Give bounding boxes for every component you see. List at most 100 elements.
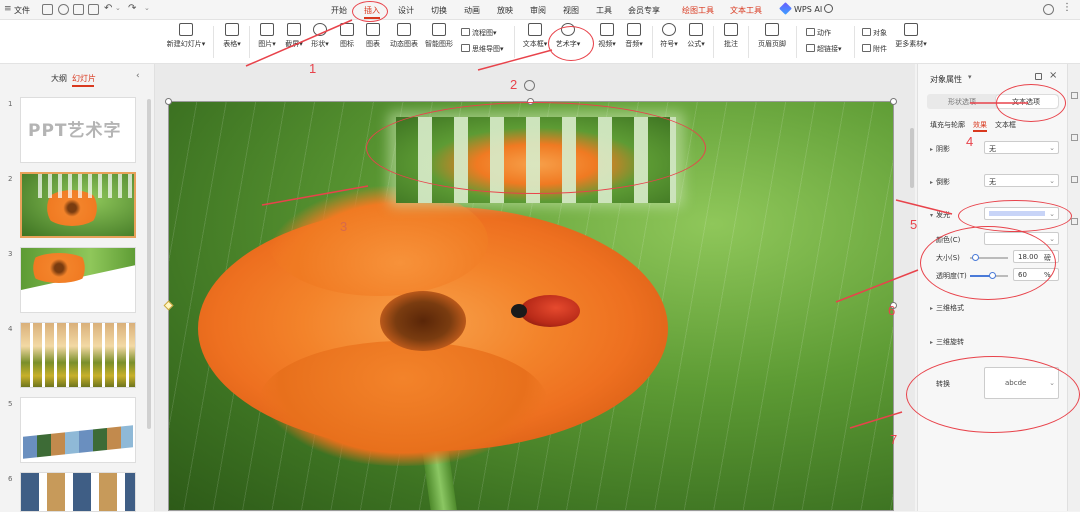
symbol-icon <box>662 23 676 36</box>
table-button[interactable]: 表格▾ <box>220 23 244 49</box>
more-chevron-icon[interactable]: ⌄ <box>144 4 150 12</box>
annotation-number: 5 <box>910 217 918 232</box>
reflection-select[interactable]: 无 ⌄ <box>984 174 1059 187</box>
menu-icon[interactable]: ≡ <box>4 4 12 14</box>
tab-text-tools[interactable]: 文本工具 <box>730 5 762 16</box>
file-menu[interactable]: 文件 <box>14 5 30 16</box>
symbol-button[interactable]: 符号▾ <box>658 23 680 49</box>
annotation-ellipse <box>548 26 594 61</box>
ribbon-separator <box>652 26 653 58</box>
ribbon-separator <box>713 26 714 58</box>
canvas-vertical-scrollbar[interactable] <box>910 128 914 188</box>
print-icon[interactable] <box>73 4 84 15</box>
print-preview-icon[interactable] <box>88 4 99 15</box>
video-button[interactable]: 视频▾ <box>596 23 618 49</box>
flowchart-icon <box>461 28 470 36</box>
action-button[interactable]: 动作 <box>806 28 831 38</box>
selection-handle[interactable] <box>165 98 172 105</box>
side-tool-icon[interactable] <box>1071 92 1078 99</box>
hyperlink-icon <box>806 44 815 52</box>
annotation-ellipse <box>352 1 388 22</box>
slide-thumbnail-6[interactable] <box>20 472 136 512</box>
ribbon-toolbar: 新建幻灯片▾ 表格▾ 图片▾ 截屏▾ 形状▾ 图标 图表 动态图表 智能图形 流… <box>0 20 1080 64</box>
chevron-down-icon[interactable]: ⌄ <box>115 4 121 12</box>
attachment-icon <box>862 44 871 52</box>
tab-animation[interactable]: 动画 <box>464 5 480 16</box>
screenshot-button[interactable]: 截屏▾ <box>283 23 305 49</box>
shadow-select[interactable]: 无 ⌄ <box>984 141 1059 154</box>
close-icon[interactable]: × <box>1049 70 1057 81</box>
search-icon[interactable] <box>824 4 833 13</box>
subtab-effect[interactable]: 效果 <box>973 120 987 130</box>
subtab-textbox[interactable]: 文本框 <box>995 120 1016 130</box>
cloud-icon[interactable] <box>1043 4 1054 15</box>
slide-number: 5 <box>8 400 13 408</box>
new-slide-button[interactable]: 新建幻灯片▾ <box>164 23 208 49</box>
object-button[interactable]: 对象 <box>862 28 887 38</box>
tab-view[interactable]: 视图 <box>563 5 579 16</box>
icon-button[interactable]: 图标 <box>337 23 357 49</box>
more-material-button[interactable]: 更多素材▾ <box>893 23 929 49</box>
title-chevron-icon[interactable]: ▾ <box>968 73 972 81</box>
chart-button[interactable]: 图表 <box>363 23 383 49</box>
tab-slideshow[interactable]: 放映 <box>497 5 513 16</box>
threed-rotation-section[interactable]: ▸ 三维旋转 <box>930 337 964 347</box>
mindmap-button[interactable]: 思维导图▾ <box>461 44 504 54</box>
slide-thumbnail-4[interactable] <box>20 322 136 388</box>
chevron-down-icon: ⌄ <box>1049 177 1055 185</box>
shadow-section[interactable]: ▸ 阴影 <box>930 144 950 154</box>
wps-ai-icon <box>779 2 792 15</box>
formula-button[interactable]: 公式▾ <box>685 23 707 49</box>
tab-member[interactable]: 会员专享 <box>628 5 660 16</box>
dynamic-chart-button[interactable]: 动态图表 <box>388 23 420 49</box>
selection-handle[interactable] <box>890 98 897 105</box>
tab-slides[interactable]: 幻灯片 <box>72 73 96 84</box>
tab-shape-options[interactable]: 形状选项 <box>948 97 976 107</box>
side-tool-icon[interactable] <box>1071 218 1078 225</box>
shape-button[interactable]: 形状▾ <box>309 23 331 49</box>
redo-icon[interactable]: ↷ <box>128 3 136 14</box>
chevron-down-icon: ⌄ <box>1049 235 1055 243</box>
tab-transition[interactable]: 切换 <box>431 5 447 16</box>
annotation-ellipse <box>920 226 1056 300</box>
slide-thumbnail-3[interactable] <box>20 247 136 313</box>
attachment-button[interactable]: 附件 <box>862 44 887 54</box>
side-tool-icon[interactable] <box>1071 134 1078 141</box>
tab-drawing-tools[interactable]: 绘图工具 <box>682 5 714 16</box>
comment-button[interactable]: 批注 <box>720 23 742 49</box>
collapse-panel-icon[interactable]: ‹ <box>136 71 140 81</box>
picture-button[interactable]: 图片▾ <box>256 23 278 49</box>
menu-bar: ≡ 文件 ↶ ⌄ ↷ ⌄ 开始 插入 设计 切换 动画 放映 审阅 视图 工具 … <box>0 0 1080 20</box>
textbox-button[interactable]: 文本框▾ <box>521 23 549 49</box>
side-tool-icon[interactable] <box>1071 176 1078 183</box>
dynamic-chart-icon <box>397 23 411 36</box>
header-footer-button[interactable]: 页眉页脚 <box>755 23 789 49</box>
rotate-handle-icon[interactable] <box>524 80 535 91</box>
tab-tools[interactable]: 工具 <box>596 5 612 16</box>
reflection-section[interactable]: ▸ 倒影 <box>930 177 950 187</box>
thumbnail-scrollbar[interactable] <box>147 99 151 429</box>
tab-review[interactable]: 审阅 <box>530 5 546 16</box>
undo-history-icon[interactable] <box>58 4 69 15</box>
save-icon[interactable] <box>42 4 53 15</box>
slide-thumbnail-2[interactable] <box>20 172 136 238</box>
flowchart-button[interactable]: 流程图▾ <box>461 28 497 38</box>
slide-thumbnail-5[interactable] <box>20 397 136 463</box>
undo-icon[interactable]: ↶ <box>104 3 112 14</box>
subtab-fill[interactable]: 填充与轮廓 <box>930 120 965 130</box>
slide-thumbnail-panel: 大纲 幻灯片 ‹ 1 PPT艺术字 2 3 4 5 6 <box>0 64 155 512</box>
tab-home[interactable]: 开始 <box>331 5 347 16</box>
more-options-icon[interactable]: ⋮ <box>1062 2 1072 13</box>
pin-icon[interactable] <box>1035 73 1042 80</box>
smart-graphic-button[interactable]: 智能图形 <box>423 23 455 49</box>
threed-format-section[interactable]: ▸ 三维格式 <box>930 303 964 313</box>
tab-wps-ai[interactable]: WPS AI <box>794 5 822 14</box>
slide-thumbnail-1[interactable]: PPT艺术字 <box>20 97 136 163</box>
comment-icon <box>724 23 738 36</box>
hyperlink-button[interactable]: 超链接▾ <box>806 44 842 54</box>
audio-button[interactable]: 音频▾ <box>623 23 645 49</box>
tab-design[interactable]: 设计 <box>398 5 414 16</box>
thumb-flower <box>26 253 92 283</box>
glow-section[interactable]: ▾ 发光 <box>930 210 950 220</box>
tab-outline[interactable]: 大纲 <box>51 73 67 84</box>
